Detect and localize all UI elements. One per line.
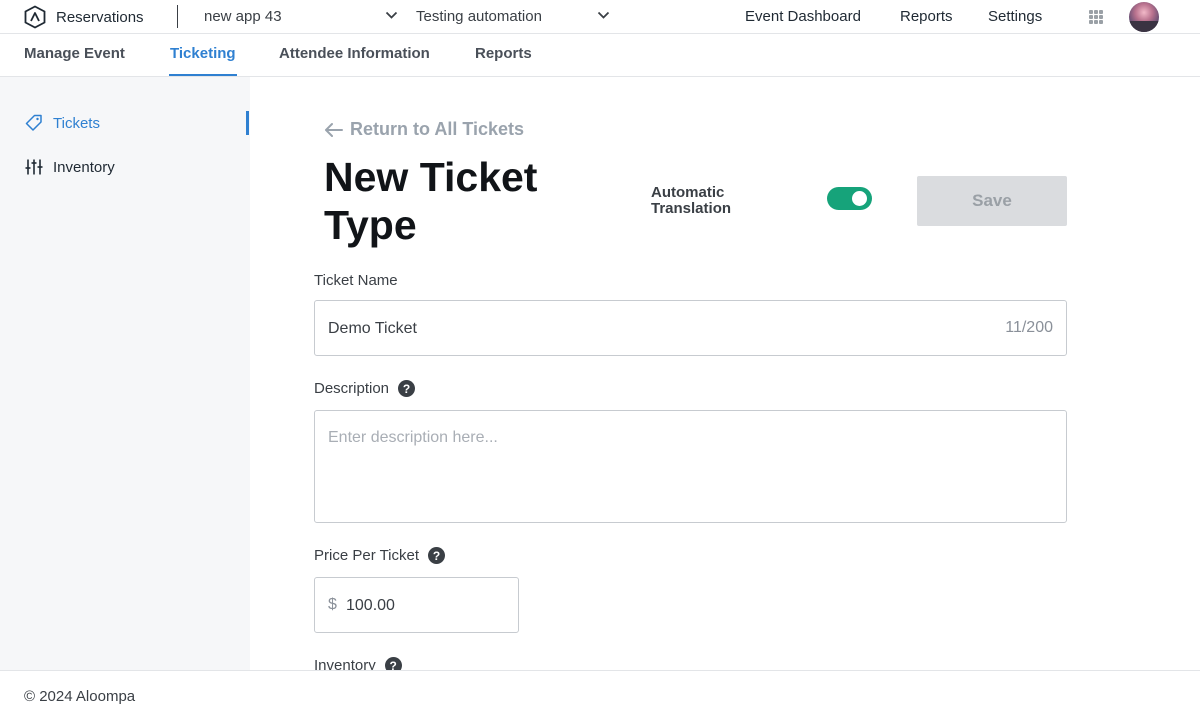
description-label: Description ? bbox=[314, 380, 416, 397]
price-label-text: Price Per Ticket bbox=[314, 547, 420, 564]
price-per-ticket-input[interactable]: $ 100.00 bbox=[314, 577, 519, 633]
help-icon[interactable]: ? bbox=[398, 380, 416, 397]
sidebar-active-indicator bbox=[246, 111, 249, 135]
description-label-text: Description bbox=[314, 380, 390, 397]
sidebar-item-tickets[interactable]: Tickets bbox=[25, 114, 100, 132]
sidebar: Tickets Inventory bbox=[0, 77, 250, 671]
return-to-all-tickets-link[interactable]: Return to All Tickets bbox=[324, 119, 524, 140]
brand[interactable]: Reservations bbox=[23, 5, 144, 29]
brand-name: Reservations bbox=[56, 8, 144, 26]
description-textarea[interactable]: Enter description here... bbox=[314, 410, 1067, 523]
arrow-left-icon bbox=[325, 122, 343, 137]
sub-navigation: Manage Event Ticketing Attendee Informat… bbox=[0, 34, 1200, 77]
tab-reports[interactable]: Reports bbox=[475, 45, 532, 62]
app-selector[interactable]: new app 43 bbox=[204, 8, 282, 25]
tab-ticketing[interactable]: Ticketing bbox=[170, 45, 236, 62]
automatic-translation-label: Automatic Translation bbox=[651, 184, 732, 217]
tab-manage-event[interactable]: Manage Event bbox=[24, 45, 125, 62]
sidebar-item-label: Inventory bbox=[53, 158, 115, 176]
nav-event-dashboard[interactable]: Event Dashboard bbox=[745, 8, 861, 25]
topbar-divider bbox=[177, 5, 178, 28]
top-bar: Reservations new app 43 Testing automati… bbox=[0, 0, 1200, 34]
page-title: New Ticket Type bbox=[324, 154, 538, 248]
ticket-name-label-text: Ticket Name bbox=[314, 272, 398, 289]
description-placeholder: Enter description here... bbox=[328, 429, 498, 446]
character-counter: 11/200 bbox=[1005, 319, 1053, 336]
chevron-down-icon[interactable] bbox=[597, 11, 610, 20]
ticket-name-value: Demo Ticket bbox=[328, 320, 417, 337]
footer: © 2024 Aloompa bbox=[0, 670, 1200, 720]
back-link-label: Return to All Tickets bbox=[350, 119, 525, 139]
currency-symbol: $ bbox=[328, 596, 337, 613]
save-button[interactable]: Save bbox=[917, 176, 1067, 226]
apps-grid-icon[interactable] bbox=[1089, 10, 1103, 24]
chevron-down-icon[interactable] bbox=[385, 11, 398, 20]
sliders-icon bbox=[25, 159, 43, 175]
sidebar-item-inventory[interactable]: Inventory bbox=[25, 158, 115, 176]
nav-settings[interactable]: Settings bbox=[988, 8, 1042, 25]
tab-attendee-information[interactable]: Attendee Information bbox=[279, 45, 430, 62]
toggle-knob bbox=[852, 191, 867, 206]
avatar[interactable] bbox=[1129, 2, 1159, 32]
copyright-text: © 2024 Aloompa bbox=[24, 688, 136, 705]
project-selector[interactable]: Testing automation bbox=[416, 8, 542, 25]
price-value: 100.00 bbox=[346, 597, 395, 614]
active-tab-indicator bbox=[169, 74, 237, 76]
sidebar-item-label: Tickets bbox=[53, 114, 100, 132]
automatic-translation-toggle[interactable] bbox=[827, 187, 872, 210]
ticket-name-input[interactable]: Demo Ticket 11/200 bbox=[314, 300, 1067, 356]
tag-icon bbox=[25, 114, 42, 131]
ticket-name-label: Ticket Name bbox=[314, 272, 398, 289]
help-icon[interactable]: ? bbox=[428, 547, 446, 564]
nav-reports[interactable]: Reports bbox=[900, 8, 953, 25]
price-per-ticket-label: Price Per Ticket ? bbox=[314, 547, 446, 564]
reservations-logo-icon bbox=[24, 5, 46, 29]
